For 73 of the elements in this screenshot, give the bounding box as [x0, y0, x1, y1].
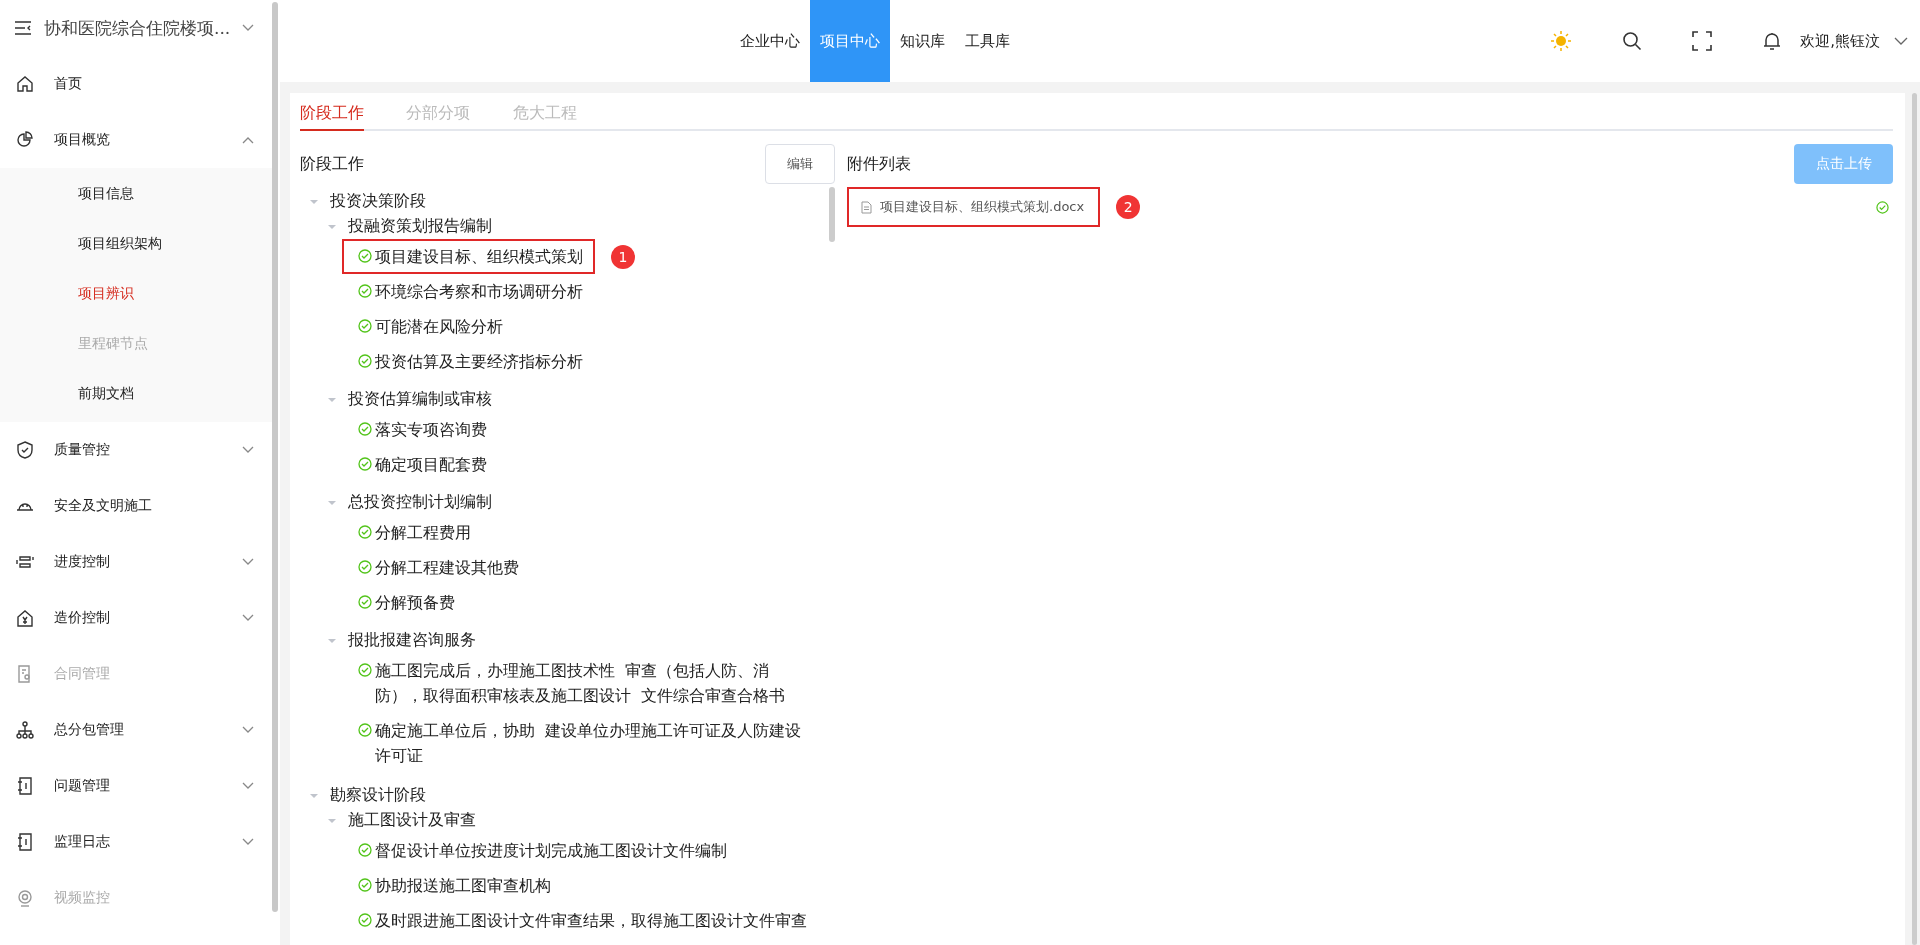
tree-node[interactable]: 勘察设计阶段 [330, 785, 426, 806]
document-icon [861, 200, 872, 214]
task-item[interactable]: 项目建设目标、组织模式策划 [375, 244, 583, 269]
number-marker: 2 [1116, 195, 1141, 219]
task-item[interactable]: 分解工程建设其他费 [375, 555, 519, 580]
price-house-icon [16, 609, 34, 627]
chevron-down-icon[interactable] [242, 24, 255, 32]
search-icon[interactable] [1622, 31, 1643, 51]
submenu-item[interactable]: 项目辨识 [0, 268, 272, 318]
scrollbar[interactable] [272, 2, 278, 912]
sidebar-item[interactable]: 质量管控 [0, 422, 272, 478]
task-item[interactable]: 确定项目配套费 [375, 452, 487, 477]
progress-icon [16, 553, 34, 571]
caret-icon[interactable] [328, 222, 336, 231]
shield-check-icon [16, 441, 34, 459]
home-icon [16, 75, 34, 93]
task-item[interactable]: 分解工程费用 [375, 520, 471, 545]
sidebar-item[interactable]: 进度控制 [0, 534, 272, 590]
sidebar-item[interactable]: 首页 [0, 56, 272, 112]
submenu-item[interactable]: 项目组织架构 [0, 218, 272, 268]
task-item[interactable]: 可能潜在风险分析 [375, 314, 503, 339]
notebook-icon [16, 777, 34, 795]
bell-icon[interactable] [1762, 31, 1783, 51]
task-item[interactable]: 协助报送施工图审查机构 [375, 873, 551, 898]
nav-tab[interactable]: 工具库 [955, 0, 1020, 82]
caret-icon[interactable] [310, 197, 318, 206]
tree-node[interactable]: 投资决策阶段 [330, 191, 426, 212]
task-item[interactable]: 环境综合考察和市场调研分析 [375, 279, 583, 304]
fullscreen-icon[interactable] [1692, 31, 1713, 51]
webcam-icon [16, 889, 34, 907]
task-item[interactable]: 确定施工单位后，协助 建设单位办理施工许可证及人防建设许可证 [375, 718, 815, 768]
task-item[interactable]: 分解预备费 [375, 590, 455, 615]
tab[interactable]: 阶段工作 [300, 93, 364, 131]
task-item[interactable]: 投资估算及主要经济指标分析 [375, 349, 583, 374]
project-title[interactable]: 协和医院综合住院楼项... [44, 16, 231, 40]
caret-icon[interactable] [328, 498, 336, 507]
notebook-icon [16, 833, 34, 851]
task-item[interactable]: 施工图完成后，办理施工图技术性 审查（包括人防、消防），取得面积审核表及施工图设计 文件综合审查合格书 [375, 658, 815, 708]
org-tree-icon [16, 721, 34, 739]
tree-node[interactable]: 施工图设计及审查 [348, 810, 476, 831]
chevron-down-icon[interactable] [1894, 37, 1908, 45]
sidebar-item[interactable]: 造价控制 [0, 590, 272, 646]
caret-icon[interactable] [328, 816, 336, 825]
task-item[interactable]: 落实专项咨询费 [375, 417, 487, 442]
submenu-item[interactable]: 前期文档 [0, 368, 272, 418]
tree-node[interactable]: 投融资策划报告编制 [348, 216, 492, 237]
edit-button[interactable]: 编辑 [765, 144, 835, 184]
caret-icon[interactable] [310, 791, 318, 800]
sidebar-item[interactable]: 总分包管理 [0, 702, 272, 758]
sidebar-item[interactable]: 问题管理 [0, 758, 272, 814]
sidebar-item[interactable]: 监理日志 [0, 814, 272, 870]
scrollbar[interactable] [829, 187, 835, 242]
attachment-link[interactable]: 项目建设目标、组织模式策划.docx [880, 198, 1085, 216]
tree-node[interactable]: 报批报建咨询服务 [348, 630, 476, 651]
tree-node[interactable]: 总投资控制计划编制 [348, 492, 492, 513]
task-item[interactable]: 及时跟进施工图设计文件审查结果，取得施工图设计文件审查 [375, 908, 807, 933]
task-item[interactable]: 督促设计单位按进度计划完成施工图设计文件编制 [375, 838, 727, 863]
scrollbar[interactable] [1912, 93, 1917, 945]
sun-icon[interactable] [1550, 30, 1573, 52]
submenu-item[interactable]: 项目信息 [0, 168, 272, 218]
tree-node[interactable]: 投资估算编制或审核 [348, 389, 492, 410]
panel-title: 附件列表 [847, 153, 911, 175]
number-marker: 1 [611, 244, 635, 269]
panel-title: 阶段工作 [300, 153, 364, 175]
sidebar-item[interactable]: 项目概览 [0, 112, 272, 168]
menu-icon[interactable] [14, 21, 32, 35]
caret-icon[interactable] [328, 636, 336, 645]
user-greeting[interactable]: 欢迎,熊钰汶 [1800, 31, 1880, 51]
sidebar-item[interactable]: 安全及文明施工 [0, 478, 272, 534]
caret-icon[interactable] [328, 395, 336, 404]
pie-chart-icon [16, 131, 34, 149]
nav-tab[interactable]: 企业中心 [730, 0, 810, 82]
nav-tab[interactable]: 知识库 [890, 0, 955, 82]
